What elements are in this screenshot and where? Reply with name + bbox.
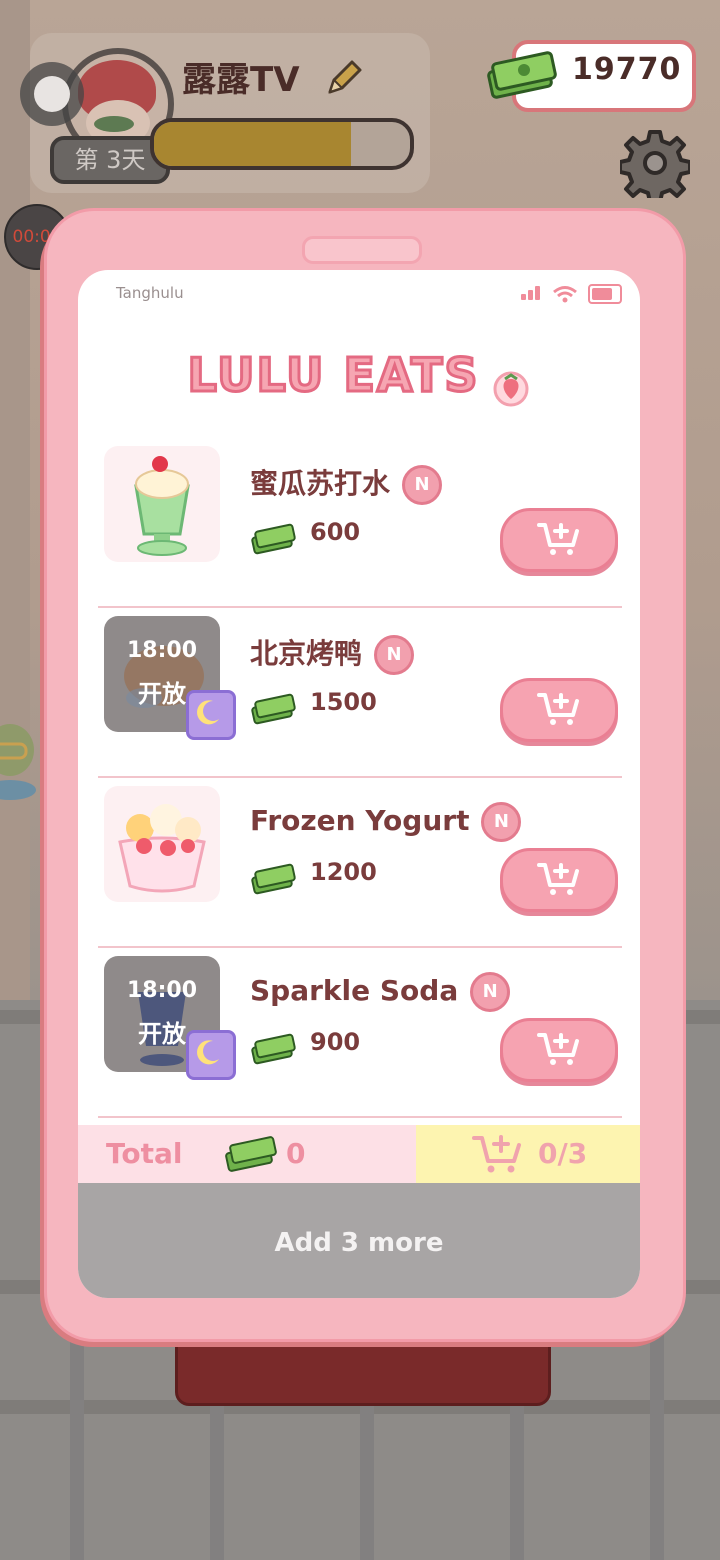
logo-text: LULU EATS: [186, 347, 480, 404]
cash-icon: [251, 1033, 296, 1065]
moon-icon: [186, 1030, 236, 1080]
cash-icon: [251, 523, 296, 555]
cart-icon: [472, 1135, 521, 1173]
item-price: 900: [310, 1028, 361, 1056]
unlock-time: 18:00: [126, 978, 198, 1003]
menu-item: 18:00 开放 Sparkle Soda N 900: [98, 948, 622, 1118]
add-to-cart-button[interactable]: [500, 848, 618, 912]
checkout-button[interactable]: Add 3 more: [78, 1183, 640, 1298]
unlock-time: 18:00: [126, 638, 198, 663]
record-button[interactable]: [20, 62, 84, 126]
phone-speaker: [302, 236, 422, 264]
background-character: [0, 724, 36, 800]
add-to-cart-button[interactable]: [500, 1018, 618, 1082]
pencil-icon[interactable]: [322, 58, 364, 98]
new-badge: N: [374, 635, 415, 675]
new-badge: N: [402, 465, 443, 505]
item-name-text: Sparkle Soda: [250, 974, 459, 1007]
item-name-text: Frozen Yogurt: [250, 804, 470, 837]
cart-count: 0/3: [538, 1137, 588, 1170]
menu-item: Frozen Yogurt N 1200: [98, 778, 622, 948]
item-name: 北京烤鸭 N: [250, 632, 415, 675]
background-wall: [0, 0, 30, 1000]
add-cart-icon: [537, 523, 579, 555]
item-divider: [98, 1116, 622, 1118]
cash-icon: [251, 863, 296, 895]
add-cart-icon: [537, 693, 579, 725]
add-to-cart-button[interactable]: [500, 508, 618, 572]
item-name: 蜜瓜苏打水 N: [250, 462, 443, 505]
melon-soda-image: [134, 456, 190, 556]
menu-item: 18:00 开放 北京烤鸭 N 1500: [98, 608, 622, 778]
item-price: 600: [310, 518, 361, 546]
item-price: 1200: [310, 858, 377, 886]
add-to-cart-button[interactable]: [500, 678, 618, 742]
moon-icon: [186, 690, 236, 740]
app-logo: LULU EATS: [78, 347, 640, 407]
item-name: Sparkle Soda N: [250, 972, 511, 1012]
item-name-text: 蜜瓜苏打水: [250, 467, 391, 500]
item-thumbnail: [104, 786, 220, 902]
item-price: 1500: [310, 688, 377, 716]
wifi-icon: [553, 286, 577, 303]
new-badge: N: [481, 802, 522, 842]
signal-icon: [521, 285, 542, 304]
total-label: Total: [106, 1137, 183, 1170]
cart-count-bar: 0/3: [416, 1125, 640, 1183]
order-total-bar: Total 0: [78, 1125, 416, 1183]
player-name: 露露TV: [182, 60, 300, 100]
phone-screen: Tanghulu LULU EATS 蜜瓜苏打水 N 600 18:00 开放 …: [78, 270, 640, 1298]
item-name-text: 北京烤鸭: [250, 637, 363, 670]
frozen-yogurt-image: [118, 804, 206, 893]
add-cart-icon: [537, 863, 579, 895]
status-app-name: Tanghulu: [116, 284, 184, 302]
cash-icon: [487, 51, 557, 99]
strawberry-icon: [493, 371, 529, 406]
item-thumbnail: [104, 446, 220, 562]
xp-progress-bar: [150, 118, 414, 170]
gear-icon[interactable]: [620, 128, 690, 198]
status-icons: [521, 284, 622, 304]
cash-icon: [251, 693, 296, 725]
new-badge: N: [470, 972, 511, 1012]
battery-icon: [588, 284, 622, 304]
menu-item: 蜜瓜苏打水 N 600: [98, 438, 622, 608]
xp-progress-fill: [154, 122, 352, 166]
add-cart-icon: [537, 1033, 579, 1065]
cash-icon: [225, 1136, 277, 1172]
money-value: 19770: [572, 52, 682, 87]
total-value: 0: [286, 1137, 306, 1170]
item-name: Frozen Yogurt N: [250, 802, 522, 842]
